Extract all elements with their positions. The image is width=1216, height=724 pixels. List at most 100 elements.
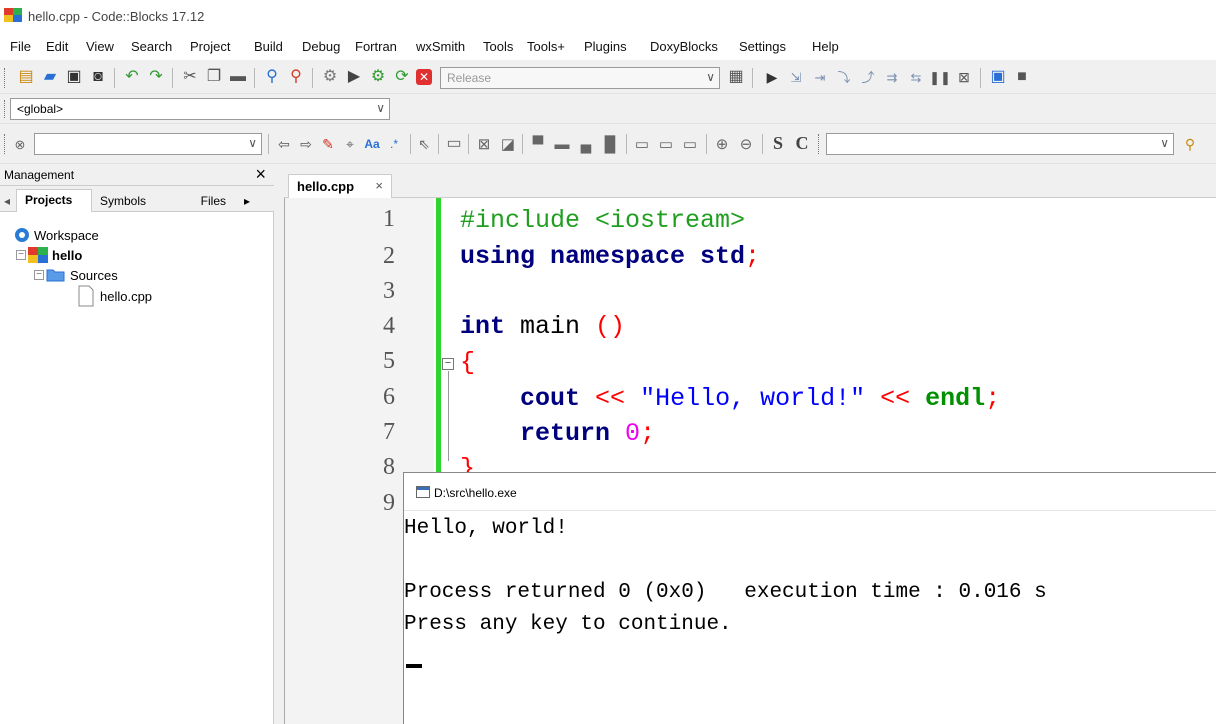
save-all-icon[interactable]: ◙ bbox=[88, 67, 108, 87]
menu-edit[interactable]: Edit bbox=[46, 39, 68, 54]
tree-folder-sources[interactable]: − Sources bbox=[34, 266, 118, 284]
step-out-icon[interactable]: ⤴ bbox=[858, 67, 878, 87]
collapse-toggle-icon[interactable]: − bbox=[34, 270, 44, 280]
redo-icon[interactable]: ↷ bbox=[146, 67, 166, 87]
debug-windows-icon[interactable]: ▣ bbox=[988, 67, 1008, 87]
scope-select[interactable]: <global> ∨ bbox=[10, 98, 390, 120]
new-file-icon[interactable]: ▤ bbox=[16, 67, 36, 87]
menu-search[interactable]: Search bbox=[131, 39, 172, 54]
menu-settings[interactable]: Settings bbox=[739, 39, 786, 54]
collapse-toggle-icon[interactable]: − bbox=[16, 250, 26, 260]
fold-toggle-icon[interactable]: − bbox=[442, 358, 454, 370]
run-to-cursor-icon[interactable]: ⇲ bbox=[786, 67, 806, 87]
toolbar-separator bbox=[438, 134, 439, 154]
align-fill-icon[interactable]: █ bbox=[600, 134, 620, 154]
run-icon[interactable]: ▶ bbox=[344, 67, 364, 87]
find-icon[interactable]: ⚲ bbox=[262, 67, 282, 87]
search-input[interactable]: ∨ bbox=[34, 133, 262, 155]
align-top-icon[interactable]: ▀ bbox=[528, 134, 548, 154]
mail-box-icon[interactable]: ⊠ bbox=[474, 134, 494, 154]
paste-icon[interactable]: ▬ bbox=[228, 67, 248, 87]
stop-debug-icon[interactable]: ⊠ bbox=[954, 67, 974, 87]
rebuild-icon[interactable]: ⟳ bbox=[392, 67, 412, 87]
format-s-icon[interactable]: S bbox=[768, 133, 788, 153]
management-header: Management × bbox=[0, 164, 274, 186]
menu-file[interactable]: File bbox=[10, 39, 31, 54]
clear-search-icon[interactable]: ⊗ bbox=[10, 134, 30, 154]
tree-workspace[interactable]: Workspace bbox=[14, 226, 99, 244]
cursor-select-icon[interactable]: ⇖ bbox=[414, 134, 434, 154]
selected-text-icon[interactable]: ⌖ bbox=[340, 134, 360, 154]
search-combo[interactable]: ∨ bbox=[826, 133, 1174, 155]
open-icon[interactable]: ▰ bbox=[40, 67, 60, 87]
cut-icon[interactable]: ✂ bbox=[180, 67, 200, 87]
next-line-icon[interactable]: ⇥ bbox=[810, 67, 830, 87]
undo-icon[interactable]: ↶ bbox=[122, 67, 142, 87]
tab-scroll-right-icon[interactable]: ▸ bbox=[240, 191, 254, 212]
toolbar-grip[interactable] bbox=[818, 134, 821, 154]
line-number: 2 bbox=[383, 243, 395, 269]
console-line: Hello, world! bbox=[404, 517, 568, 540]
format-c-icon[interactable]: C bbox=[792, 133, 812, 153]
abort-icon[interactable]: ✕ bbox=[416, 69, 432, 85]
identifier-cout: cout bbox=[520, 384, 581, 413]
regex-icon[interactable]: .* bbox=[384, 134, 404, 154]
menu-build[interactable]: Build bbox=[254, 39, 283, 54]
forward-arrow-icon[interactable]: ⇨ bbox=[296, 134, 316, 154]
menu-tools[interactable]: Tools bbox=[483, 39, 513, 54]
align-bottom-icon[interactable]: ▄ bbox=[576, 134, 596, 154]
frame-3-icon[interactable]: ▭ bbox=[680, 134, 700, 154]
console-window[interactable]: D:\src\hello.exe Hello, world! Process r… bbox=[403, 472, 1216, 724]
menu-debug[interactable]: Debug bbox=[302, 39, 340, 54]
line-number: 6 bbox=[383, 384, 395, 410]
toolbar-grip[interactable] bbox=[4, 68, 7, 88]
frame-2-icon[interactable]: ▭ bbox=[656, 134, 676, 154]
copy-icon[interactable]: ❐ bbox=[204, 67, 224, 87]
menu-fortran[interactable]: Fortran bbox=[355, 39, 397, 54]
tab-files[interactable]: Files bbox=[178, 191, 234, 212]
tree-file-hello-cpp[interactable]: hello.cpp bbox=[76, 284, 152, 308]
build-run-icon[interactable]: ⚙ bbox=[368, 67, 388, 87]
codeblocks-window: hello.cpp - Code::Blocks 17.12 File Edit… bbox=[0, 0, 1216, 724]
menu-project[interactable]: Project bbox=[190, 39, 230, 54]
menu-view[interactable]: View bbox=[86, 39, 114, 54]
pause-icon[interactable]: ❚❚ bbox=[929, 67, 951, 87]
tab-symbols[interactable]: Symbols bbox=[92, 191, 172, 212]
tab-projects[interactable]: Projects bbox=[16, 189, 92, 212]
build-icon[interactable]: ⚙ bbox=[320, 67, 340, 87]
build-target-select[interactable]: Release ∨ bbox=[440, 67, 720, 89]
replace-icon[interactable]: ⚲ bbox=[286, 67, 306, 87]
menu-plugins[interactable]: Plugins bbox=[584, 39, 627, 54]
menu-doxyblocks[interactable]: DoxyBlocks bbox=[650, 39, 718, 54]
zoom-in-icon[interactable]: ⊕ bbox=[712, 134, 732, 154]
frame-1-icon[interactable]: ▭ bbox=[632, 134, 652, 154]
debug-start-icon[interactable]: ▶ bbox=[762, 67, 782, 87]
editor-tab-hello-cpp[interactable]: hello.cpp × bbox=[288, 174, 392, 198]
tree-project-hello[interactable]: − hello bbox=[16, 246, 82, 264]
close-icon[interactable]: × bbox=[255, 164, 266, 185]
align-middle-icon[interactable]: ▬ bbox=[552, 134, 572, 154]
close-tab-icon[interactable]: × bbox=[375, 178, 383, 193]
toolbar-grip[interactable] bbox=[4, 134, 7, 154]
zoom-out-icon[interactable]: ⊖ bbox=[736, 134, 756, 154]
number-literal: 0 bbox=[625, 419, 641, 448]
save-icon[interactable]: ▣ bbox=[64, 67, 84, 87]
target-options-icon[interactable]: ▦ bbox=[726, 67, 746, 87]
menu-tools-plus[interactable]: Tools+ bbox=[527, 39, 565, 54]
match-case-icon[interactable]: Aa bbox=[362, 134, 382, 154]
management-tabs: ◂ Projects Symbols Files ▸ bbox=[0, 186, 274, 212]
back-arrow-icon[interactable]: ⇦ bbox=[274, 134, 294, 154]
highlight-icon[interactable]: ✎ bbox=[318, 134, 338, 154]
note-box-icon[interactable]: ◪ bbox=[498, 134, 518, 154]
step-into-icon[interactable]: ⤵ bbox=[834, 67, 854, 87]
next-instruction-icon[interactable]: ⇉ bbox=[882, 67, 902, 87]
console-line: Process returned 0 (0x0) execution time … bbox=[404, 581, 1047, 604]
step-instruction-icon[interactable]: ⇆ bbox=[906, 67, 926, 87]
tab-scroll-left-icon[interactable]: ◂ bbox=[0, 191, 14, 212]
box-icon[interactable]: ▭ bbox=[444, 134, 464, 154]
menu-help[interactable]: Help bbox=[812, 39, 839, 54]
search-go-icon[interactable]: ⚲ bbox=[1180, 134, 1200, 154]
toolbar-grip[interactable] bbox=[4, 100, 7, 118]
debug-info-icon[interactable]: ■ bbox=[1012, 67, 1032, 87]
menu-wxsmith[interactable]: wxSmith bbox=[416, 39, 465, 54]
